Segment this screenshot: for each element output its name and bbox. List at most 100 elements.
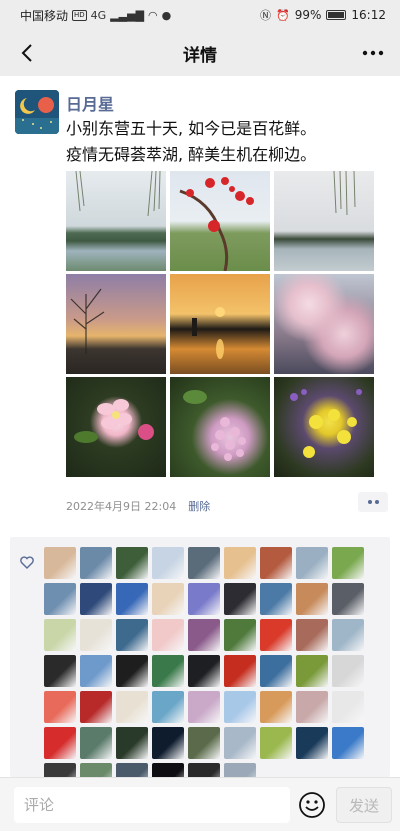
liker-avatar[interactable] (116, 691, 148, 723)
liker-avatar[interactable] (44, 727, 76, 759)
liker-avatar[interactable] (296, 619, 328, 651)
photo-lilac-cluster[interactable] (170, 377, 270, 477)
alarm-icon: ⏰ (276, 8, 290, 22)
liker-avatar[interactable] (152, 763, 184, 777)
liker-avatar[interactable] (296, 691, 328, 723)
photo-lake-willow[interactable] (66, 171, 166, 271)
liker-avatar[interactable] (260, 655, 292, 687)
avatar[interactable] (15, 90, 59, 134)
photo-yellow-flowers[interactable] (274, 377, 374, 477)
username[interactable]: 日月星 (66, 91, 114, 115)
liker-avatar[interactable] (224, 655, 256, 687)
photo-lake-willow-2[interactable] (274, 171, 374, 271)
liker-avatar[interactable] (260, 727, 292, 759)
liker-avatar[interactable] (152, 727, 184, 759)
liker-avatar[interactable] (116, 763, 148, 777)
wifi-icon: ◠ (148, 8, 158, 22)
liker-avatar[interactable] (188, 583, 220, 615)
ellipsis-icon[interactable] (358, 38, 388, 68)
chevron-left-icon[interactable] (12, 38, 42, 68)
liker-avatar[interactable] (332, 691, 364, 723)
liker-avatar[interactable] (44, 583, 76, 615)
liker-avatar[interactable] (332, 547, 364, 579)
battery-icon (326, 10, 347, 20)
liker-avatar[interactable] (152, 547, 184, 579)
more-dots-icon[interactable] (358, 492, 388, 512)
nfc-icon: Ⓝ (260, 9, 272, 22)
liker-avatar[interactable] (188, 763, 220, 777)
liker-avatar-grid (44, 547, 374, 777)
liker-avatar[interactable] (224, 763, 256, 777)
emoji-smile-icon[interactable] (298, 791, 326, 819)
liker-avatar[interactable] (224, 583, 256, 615)
liker-avatar[interactable] (332, 619, 364, 651)
liker-avatar[interactable] (332, 583, 364, 615)
liker-avatar[interactable] (152, 619, 184, 651)
liker-avatar[interactable] (224, 619, 256, 651)
carrier-label: 中国移动 (20, 8, 69, 23)
liker-avatar[interactable] (260, 691, 292, 723)
battery-percent: 99% (294, 8, 322, 22)
liker-avatar[interactable] (224, 547, 256, 579)
liker-avatar[interactable] (116, 619, 148, 651)
liker-avatar[interactable] (224, 691, 256, 723)
liker-avatar[interactable] (116, 547, 148, 579)
nav-bar: 详情 (0, 30, 400, 76)
photo-grid (66, 171, 374, 477)
liker-avatar[interactable] (80, 655, 112, 687)
hd-badge: HD (72, 9, 87, 21)
message-bubble-icon: ● (161, 8, 172, 22)
network-label: 4G (90, 8, 107, 22)
liker-avatar[interactable] (260, 547, 292, 579)
photo-sunset-trees[interactable] (66, 274, 166, 374)
page-title: 详情 (183, 45, 217, 66)
liker-avatar[interactable] (44, 547, 76, 579)
post-text-line: 疫情无碍荟萃湖, 醉美生机在柳边。 (66, 145, 317, 164)
liker-avatar[interactable] (152, 655, 184, 687)
signal-icon: ▂▃▅▇ (110, 8, 145, 22)
liker-avatar[interactable] (80, 583, 112, 615)
liker-avatar[interactable] (116, 583, 148, 615)
liker-avatar[interactable] (44, 763, 76, 777)
liker-avatar[interactable] (296, 583, 328, 615)
liker-avatar[interactable] (296, 655, 328, 687)
liker-avatar[interactable] (44, 655, 76, 687)
status-bar: 中国移动 HD 4G ▂▃▅▇ ◠ ● Ⓝ ⏰ 99% 16:12 (0, 0, 400, 30)
post-timestamp: 2022年4月9日 22:04 (66, 500, 177, 513)
clock: 16:12 (351, 8, 386, 22)
post-meta: 2022年4月9日 22:04 删除 (66, 498, 390, 514)
liker-avatar[interactable] (44, 691, 76, 723)
liker-avatar[interactable] (80, 547, 112, 579)
liker-avatar[interactable] (224, 727, 256, 759)
photo-cherry-blossom[interactable] (274, 274, 374, 374)
liker-avatar[interactable] (296, 727, 328, 759)
liker-avatar[interactable] (80, 763, 112, 777)
liker-avatar[interactable] (188, 655, 220, 687)
liker-avatar[interactable] (152, 691, 184, 723)
liker-avatar[interactable] (188, 691, 220, 723)
liker-avatar[interactable] (260, 619, 292, 651)
comment-input[interactable] (14, 787, 290, 823)
liker-avatar[interactable] (116, 727, 148, 759)
liker-avatar[interactable] (296, 547, 328, 579)
liker-avatar[interactable] (152, 583, 184, 615)
liker-avatar[interactable] (332, 727, 364, 759)
liker-avatar[interactable] (44, 619, 76, 651)
liker-avatar[interactable] (116, 655, 148, 687)
photo-red-plum-blossom[interactable] (170, 171, 270, 271)
liker-avatar[interactable] (188, 547, 220, 579)
liker-avatar[interactable] (80, 619, 112, 651)
likes-panel (10, 537, 390, 777)
liker-avatar[interactable] (80, 691, 112, 723)
liker-avatar[interactable] (80, 727, 112, 759)
photo-sunset-reflection[interactable] (170, 274, 270, 374)
heart-icon (20, 555, 38, 573)
delete-link[interactable]: 删除 (188, 498, 210, 514)
liker-avatar[interactable] (188, 619, 220, 651)
liker-avatar[interactable] (260, 583, 292, 615)
send-button[interactable]: 发送 (336, 787, 392, 823)
post-text: 小别东营五十天, 如今已是百花鲜。 疫情无碍荟萃湖, 醉美生机在柳边。 (66, 116, 386, 168)
liker-avatar[interactable] (188, 727, 220, 759)
photo-pink-apple-blossom[interactable] (66, 377, 166, 477)
liker-avatar[interactable] (332, 655, 364, 687)
